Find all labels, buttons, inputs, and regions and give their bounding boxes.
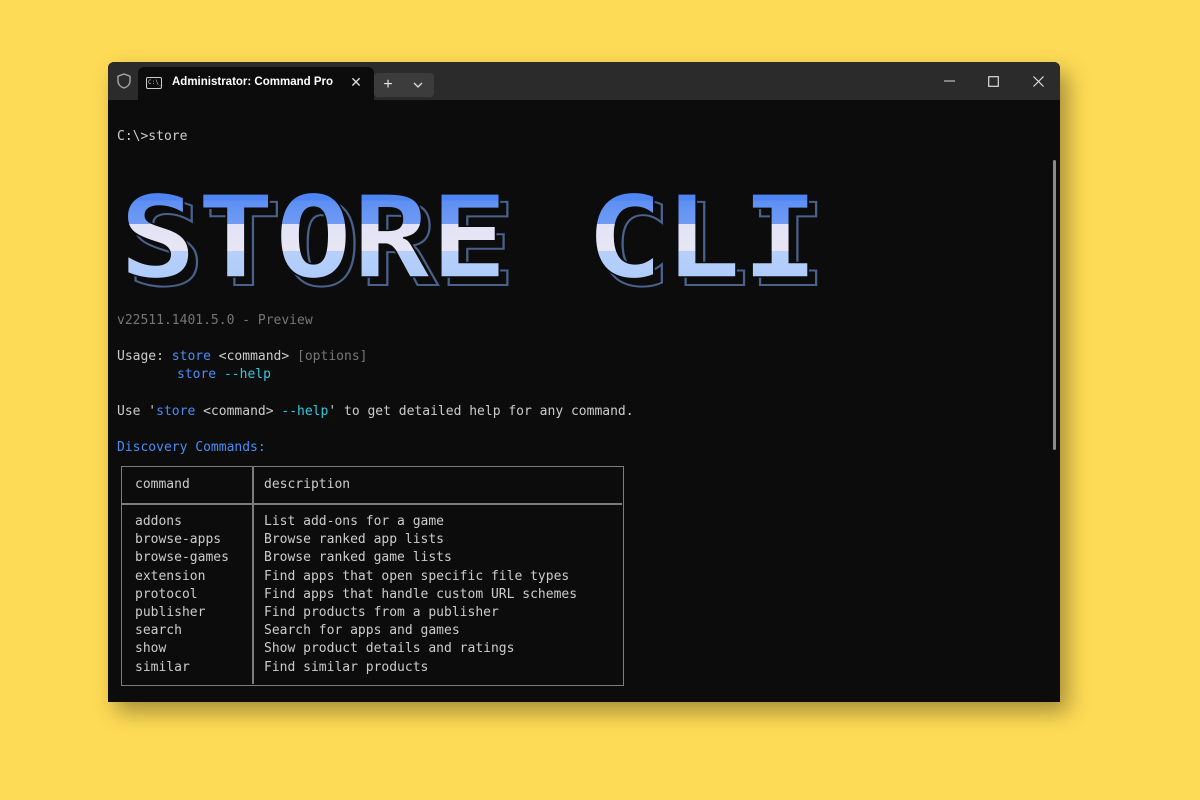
- table-cell-description: Search for apps and games: [264, 623, 460, 639]
- chevron-down-icon[interactable]: [404, 73, 432, 97]
- close-window-icon[interactable]: [1023, 70, 1053, 92]
- version-line: v22511.1401.5.0 - Preview: [117, 313, 313, 328]
- table-cell-description: Show product details and ratings: [264, 641, 515, 657]
- table-cell-description: Find similar products: [264, 659, 429, 675]
- minimize-icon[interactable]: [934, 70, 964, 92]
- tab-title: Administrator: Command Pro: [172, 76, 334, 88]
- hint-flag: --help: [281, 404, 329, 419]
- store-cli-ascii-logo: STORE CLI STORE CLI: [118, 179, 827, 292]
- usage-options: [options]: [297, 349, 368, 364]
- usage-label: Usage:: [117, 349, 172, 364]
- table-cell-command: protocol: [135, 586, 198, 602]
- table-cell-description: Find apps that open specific file types: [264, 568, 570, 584]
- table-header-divider: [122, 503, 622, 505]
- new-tab-button[interactable]: +: [374, 73, 402, 97]
- table-cell-command: addons: [135, 514, 182, 529]
- terminal-window: C:\_ Administrator: Command Pro ✕ + C:\>…: [108, 62, 1060, 702]
- hint-args: <command>: [195, 404, 282, 419]
- commands-table: command description addons List add-ons f…: [121, 466, 624, 686]
- usage-help-command: store: [177, 367, 217, 382]
- usage-args: <command>: [210, 349, 298, 364]
- table-cell-command: extension: [135, 568, 206, 584]
- table-cell-command: show: [135, 641, 167, 657]
- table-cell-command: similar: [135, 659, 190, 675]
- header-command: command: [135, 477, 190, 492]
- usage-help-line: store --help: [177, 367, 271, 383]
- command-prompt-icon: C:\_: [146, 77, 162, 89]
- title-bar: C:\_ Administrator: Command Pro ✕ +: [108, 62, 1060, 100]
- table-cell-command: publisher: [135, 605, 206, 620]
- scrollbar-thumb[interactable]: [1053, 160, 1056, 450]
- usage-help-flag: --help: [223, 367, 271, 382]
- hint-command: store: [156, 404, 196, 419]
- table-cell-command: search: [135, 623, 182, 639]
- table-cell-description: Find products from a publisher: [264, 605, 499, 620]
- table-cell-description: Find apps that handle custom URL schemes: [264, 586, 578, 602]
- prompt-line: C:\>store: [117, 129, 188, 144]
- table-cell-description: Browse ranked game lists: [264, 550, 452, 566]
- hint-suffix: ' to get detailed help for any command.: [328, 404, 634, 419]
- hint-prefix: Use ': [117, 404, 157, 419]
- usage-line: Usage: store <command> [options]: [117, 349, 367, 365]
- section-title: Discovery Commands:: [117, 440, 266, 455]
- logo-text: STORE CLI: [119, 179, 819, 292]
- usage-command: store: [171, 349, 211, 364]
- table-column-divider: [252, 467, 254, 684]
- header-description: description: [264, 477, 351, 492]
- tab-command-prompt[interactable]: C:\_ Administrator: Command Pro ✕: [138, 67, 374, 100]
- table-cell-description: List add-ons for a game: [264, 514, 445, 529]
- table-cell-command: browse-apps: [135, 532, 222, 548]
- table-cell-description: Browse ranked app lists: [264, 532, 445, 548]
- new-tab-group: +: [374, 73, 434, 97]
- terminal-output[interactable]: C:\>store STORE CLI STORE CLI v22511.140…: [108, 100, 1060, 702]
- help-hint-line: Use 'store <command> --help' to get deta…: [117, 404, 634, 420]
- close-tab-icon[interactable]: ✕: [348, 74, 364, 90]
- maximize-icon[interactable]: [978, 70, 1008, 92]
- table-cell-command: browse-games: [135, 550, 229, 566]
- shield-icon: [116, 73, 132, 89]
